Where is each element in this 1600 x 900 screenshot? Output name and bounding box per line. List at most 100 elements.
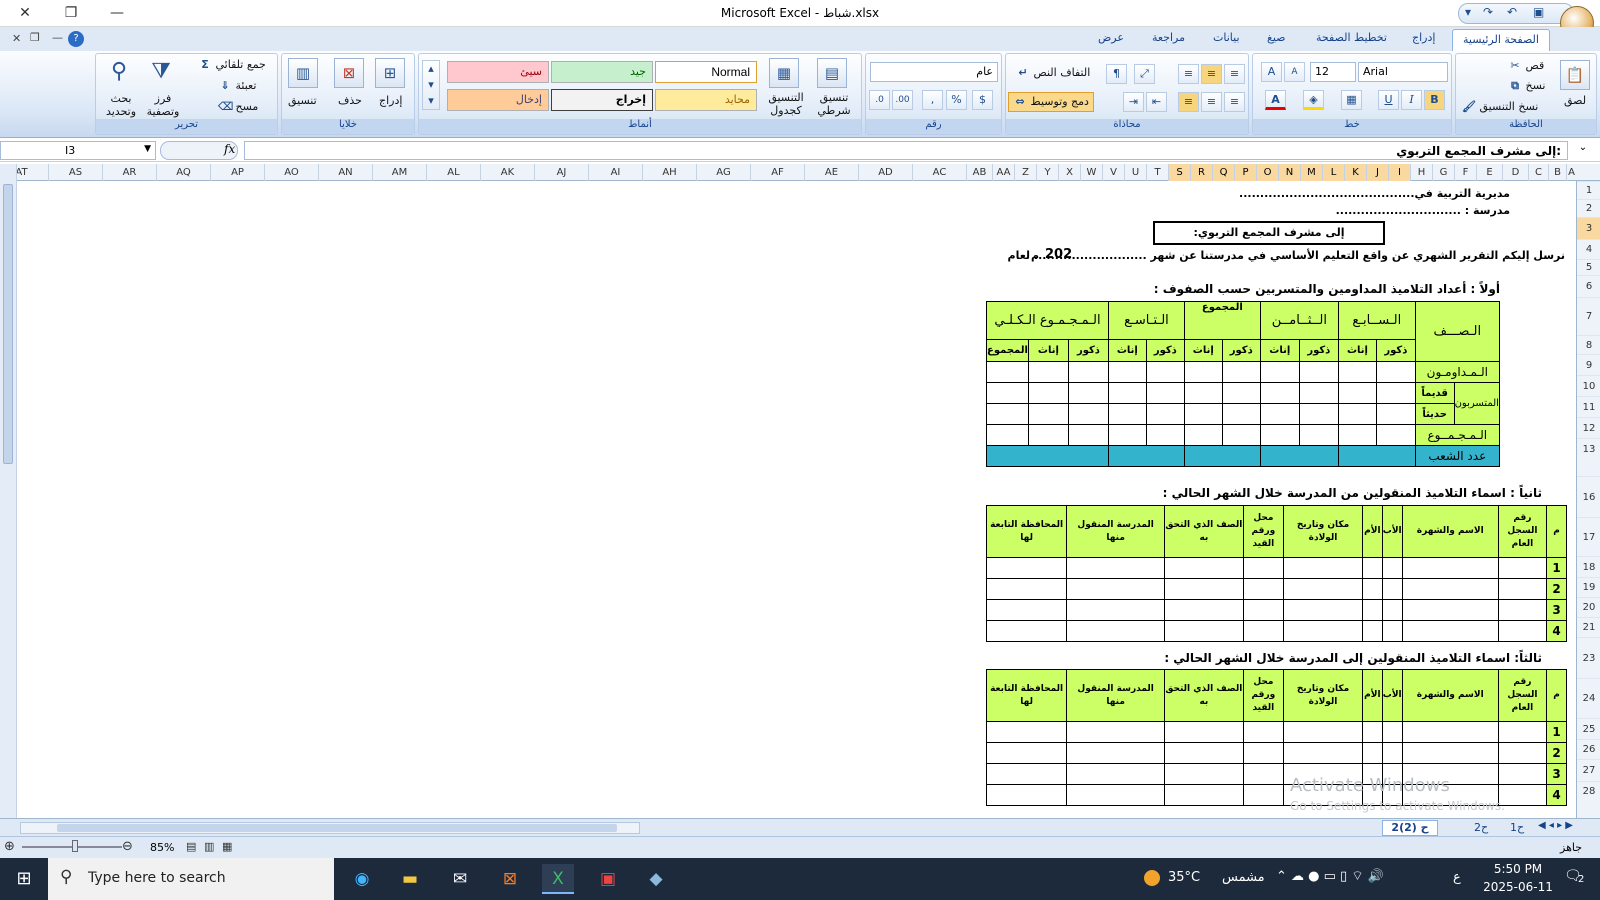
language-indicator[interactable]: ع	[1453, 870, 1461, 885]
format-painter-button[interactable]: 🖌 نسخ التنسيق	[1462, 100, 1538, 114]
column-header-cell[interactable]: AM	[372, 164, 426, 181]
column-header-cell[interactable]: J	[1366, 164, 1388, 181]
format-cells-button[interactable]: تنسيق	[288, 94, 317, 107]
find-select-button[interactable]: بحث وتحديد	[99, 92, 143, 118]
data-cell[interactable]	[1066, 763, 1166, 785]
data-cell[interactable]	[1242, 721, 1285, 743]
percent-button[interactable]: %	[946, 90, 967, 110]
row-header-cell[interactable]: 28	[1577, 781, 1600, 801]
insert-cells-button[interactable]: إدراج	[379, 94, 402, 107]
column-header-cell[interactable]: Y	[1036, 164, 1058, 181]
paste-icon[interactable]: 📋	[1560, 60, 1590, 90]
align-middle-button[interactable]: ≡	[1201, 64, 1222, 84]
row-header-cell[interactable]: 12	[1577, 417, 1600, 438]
text-direction-button[interactable]: ¶	[1106, 64, 1127, 84]
insert-function-button[interactable]: fx	[224, 142, 235, 156]
row-header-cell[interactable]: 20	[1577, 597, 1600, 617]
horizontal-scrollbar[interactable]	[20, 822, 640, 834]
data-cell[interactable]	[985, 742, 1068, 764]
column-header-cell[interactable]: T	[1146, 164, 1168, 181]
data-cell[interactable]	[1497, 742, 1548, 764]
column-header-cell[interactable]: AQ	[156, 164, 210, 181]
data-cell[interactable]	[1497, 578, 1548, 600]
comma-button[interactable]: ,	[922, 90, 943, 110]
paint-icon[interactable]: ◆	[640, 864, 672, 894]
data-cell[interactable]	[985, 557, 1068, 579]
row-header-cell[interactable]: 9	[1577, 354, 1600, 375]
data-cell[interactable]	[985, 763, 1068, 785]
row-header-cell[interactable]: 1	[1577, 181, 1600, 199]
data-cell[interactable]	[1401, 578, 1499, 600]
row-header-cell[interactable]: 5	[1577, 259, 1600, 275]
xampp-icon[interactable]: ⊠	[494, 864, 526, 894]
addressee-box[interactable]: إلى مشرف المجمع التربوي:	[1153, 221, 1385, 245]
row-header-cell[interactable]: 26	[1577, 739, 1600, 759]
excel-icon[interactable]: X	[542, 864, 574, 894]
data-cell[interactable]	[1066, 578, 1166, 600]
column-header-cell[interactable]: AO	[264, 164, 318, 181]
help-icon[interactable]: ?	[68, 31, 84, 47]
column-header-cell[interactable]: AN	[318, 164, 372, 181]
column-header-cell[interactable]: AC	[912, 164, 966, 181]
zoom-level[interactable]: 85%	[150, 841, 174, 854]
normal-view-icon[interactable]: ▦	[222, 840, 232, 853]
column-header-cell[interactable]: AG	[696, 164, 750, 181]
autosum-button[interactable]: Σ جمع تلقائي	[198, 58, 266, 72]
tab-insert[interactable]: إدراج	[1412, 31, 1435, 44]
align-center-button[interactable]: ≡	[1201, 92, 1222, 112]
data-cell[interactable]	[1283, 721, 1363, 743]
data-cell[interactable]	[1242, 763, 1285, 785]
bold-button[interactable]: B	[1424, 90, 1445, 110]
align-top-button[interactable]: ≡	[1178, 64, 1199, 84]
column-header-cell[interactable]: AS	[48, 164, 102, 181]
data-cell[interactable]	[1381, 557, 1403, 579]
data-cell[interactable]	[1164, 620, 1244, 642]
column-header-cell[interactable]: L	[1322, 164, 1344, 181]
data-cell[interactable]	[1283, 599, 1363, 621]
italic-button[interactable]: I	[1401, 90, 1422, 110]
horizontal-scroll-thumb[interactable]	[57, 824, 617, 832]
row-header-cell[interactable]: 7	[1577, 297, 1600, 335]
data-cell[interactable]	[1242, 742, 1285, 764]
data-cell[interactable]	[1164, 557, 1244, 579]
data-cell[interactable]	[1242, 599, 1285, 621]
data-cell[interactable]	[985, 784, 1068, 806]
row-header-cell[interactable]: 18	[1577, 556, 1600, 577]
format-cells-icon[interactable]: ▥	[288, 58, 318, 88]
column-header-cell[interactable]: AB	[966, 164, 992, 181]
data-cell[interactable]	[1401, 742, 1499, 764]
customize-qat-icon[interactable]: ▾	[1465, 5, 1471, 19]
data-cell[interactable]	[1283, 742, 1363, 764]
column-header-cell[interactable]: AE	[804, 164, 858, 181]
column-header-cell[interactable]: AF	[750, 164, 804, 181]
row-header-cell[interactable]: 21	[1577, 617, 1600, 637]
data-cell[interactable]	[1401, 557, 1499, 579]
data-cell[interactable]	[1242, 784, 1285, 806]
data-cell[interactable]	[1066, 721, 1166, 743]
underline-button[interactable]: U	[1378, 90, 1399, 110]
increase-indent-button[interactable]: ⇥	[1123, 92, 1144, 112]
tab-review[interactable]: مراجعة	[1152, 31, 1185, 44]
data-cell[interactable]	[1164, 578, 1244, 600]
style-output[interactable]: إخراج	[551, 89, 653, 111]
data-cell[interactable]	[1497, 599, 1548, 621]
row-header-cell[interactable]: 23	[1577, 637, 1600, 678]
data-cell[interactable]	[1066, 784, 1166, 806]
row-header-cell[interactable]: 4	[1577, 239, 1600, 259]
weather-temp[interactable]: 35°C	[1168, 870, 1200, 885]
column-header-cell[interactable]: E	[1476, 164, 1502, 181]
data-cell[interactable]	[1164, 784, 1244, 806]
row-header-cell[interactable]: 11	[1577, 396, 1600, 417]
data-cell[interactable]	[1361, 721, 1383, 743]
data-cell[interactable]	[1381, 721, 1403, 743]
data-cell[interactable]	[985, 620, 1068, 642]
column-header-cell[interactable]: D	[1502, 164, 1528, 181]
column-header-cell[interactable]: V	[1102, 164, 1124, 181]
taskbar-search[interactable]: ⚲ Type here to search	[48, 858, 334, 900]
column-header-cell[interactable]: C	[1528, 164, 1548, 181]
data-cell[interactable]	[1401, 721, 1499, 743]
data-cell[interactable]	[1164, 763, 1244, 785]
data-cell[interactable]	[1497, 721, 1548, 743]
style-good[interactable]: جيد	[551, 61, 653, 83]
data-cell[interactable]	[1401, 599, 1499, 621]
